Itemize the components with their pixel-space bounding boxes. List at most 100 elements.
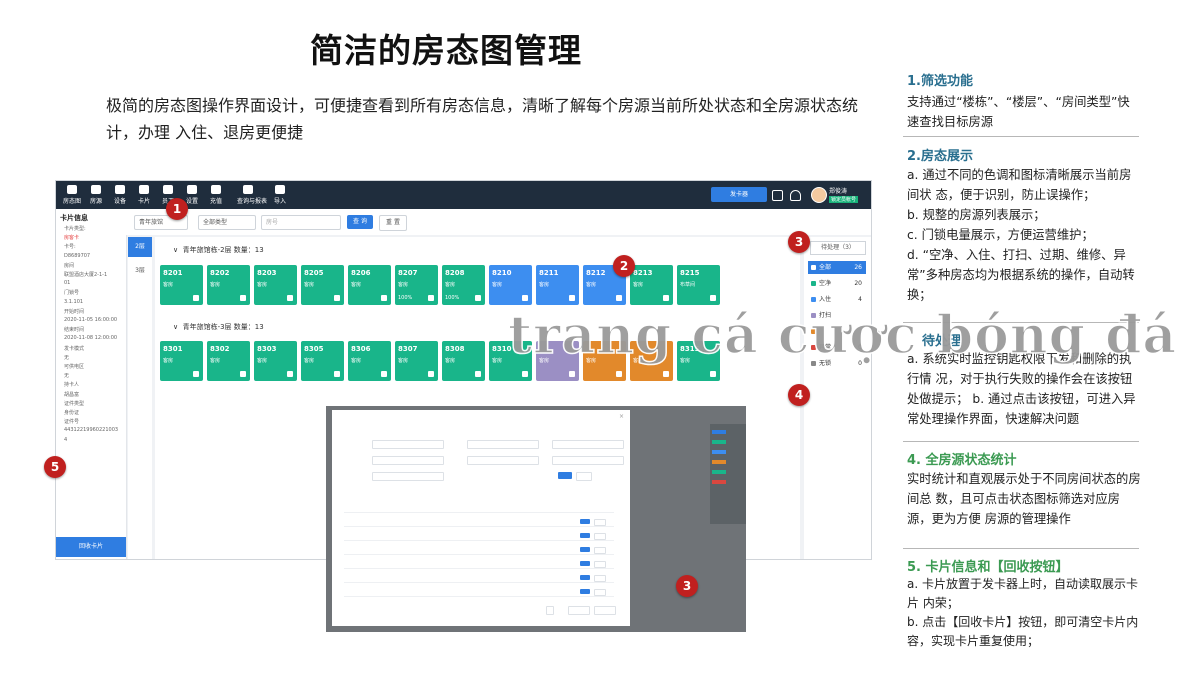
row-delete-button[interactable] — [594, 575, 606, 582]
row-action-button[interactable] — [580, 533, 590, 538]
row-delete-button[interactable] — [594, 533, 606, 540]
nav-item-8[interactable]: 导入 — [269, 184, 291, 208]
room-status-icon — [287, 371, 293, 377]
modal-filter-field[interactable] — [372, 440, 444, 449]
room-status: 客房 — [163, 282, 174, 288]
room-number: 8211 — [539, 269, 559, 277]
room-status: 客房 — [633, 282, 644, 288]
row-action-button[interactable] — [580, 575, 590, 580]
row-action-button[interactable] — [580, 547, 590, 552]
room-tile[interactable]: 8302 客房 — [207, 341, 250, 381]
nav-item-6[interactable]: 充值 — [205, 184, 227, 208]
floor-tab-2[interactable]: 2层 — [128, 237, 152, 257]
row-action-button[interactable] — [580, 519, 590, 524]
card-info-line: 4 — [64, 436, 68, 443]
gear-icon — [187, 185, 197, 194]
reset-button[interactable]: 重 置 — [379, 215, 407, 231]
status-filter-row[interactable]: 空净 20 — [808, 277, 866, 290]
room-tile[interactable]: 8215 布草间 — [677, 265, 720, 305]
room-status-icon — [663, 295, 669, 301]
page-size-select[interactable] — [568, 606, 590, 615]
room-status-icon — [522, 371, 528, 377]
pagination-page[interactable] — [546, 606, 554, 615]
room-tile[interactable]: 8307 客房 — [395, 341, 438, 381]
room-number: 8205 — [304, 269, 324, 277]
nav-item-7[interactable]: 查询与报表 — [237, 184, 267, 208]
card-info-line: 门锁号 — [64, 290, 80, 297]
nav-item-label: 导入 — [273, 198, 286, 205]
close-icon[interactable]: × — [619, 413, 624, 420]
card-info-line: 持卡人 — [64, 382, 80, 389]
room-tile[interactable]: 8306 客房 — [348, 341, 391, 381]
room-number: 8308 — [445, 345, 465, 353]
section-title-stats: 4. 全房源状态统计 — [907, 453, 1017, 468]
nav-item-3[interactable]: 卡片 — [133, 184, 155, 208]
page-jump-input[interactable] — [594, 606, 616, 615]
table-row — [344, 504, 614, 513]
row-delete-button[interactable] — [594, 589, 606, 596]
floor-group-header[interactable]: ∨ 青年旅馆栋-3层 数量：13 — [173, 322, 264, 332]
modal-search-button[interactable] — [558, 472, 572, 479]
status-label: 入住 — [819, 296, 832, 303]
nav-item-2[interactable]: 设备 — [109, 184, 131, 208]
room-number-input[interactable]: 房号 — [261, 215, 341, 230]
section-title-filter: 1.筛选功能 — [907, 74, 973, 89]
room-status: 客房 — [586, 282, 597, 288]
fullscreen-icon[interactable] — [772, 190, 783, 201]
section-text-stats: 实时统计和直观展示处于不同房间状态的房间总 数，且可点击状态图标筛选对应房源，更… — [907, 472, 1141, 526]
room-tile[interactable]: 8305 客房 — [301, 341, 344, 381]
search-button[interactable]: 查 询 — [347, 215, 373, 229]
pending-button[interactable]: 待处理（3） — [810, 241, 866, 255]
room-number: 8305 — [304, 345, 324, 353]
room-tile[interactable]: 8210 客房 — [489, 265, 532, 305]
status-icon — [811, 281, 816, 286]
room-type-select[interactable]: 全部类型 — [198, 215, 256, 230]
room-tile[interactable]: 8208 客房 100% — [442, 265, 485, 305]
filter-bar: 青年旅馆 全部类型 房号 查 询 重 置 — [126, 209, 871, 235]
report-icon — [243, 185, 253, 194]
bell-icon[interactable] — [790, 190, 801, 201]
avatar[interactable] — [811, 187, 827, 203]
user-icon — [163, 185, 173, 194]
modal-filter-field[interactable] — [467, 440, 539, 449]
row-delete-button[interactable] — [594, 519, 606, 526]
floor-group-header[interactable]: ∨ 青年旅馆栋-2层 数量：13 — [173, 245, 264, 255]
bg-stat-tag — [712, 440, 726, 444]
modal-filter-field[interactable] — [552, 456, 624, 465]
room-number: 8303 — [257, 345, 277, 353]
room-tile[interactable]: 8206 客房 — [348, 265, 391, 305]
card-issuer-button[interactable]: 发卡器 — [711, 187, 767, 202]
modal-filter-field[interactable] — [467, 456, 539, 465]
room-tile[interactable]: 8301 客房 — [160, 341, 203, 381]
row-delete-button[interactable] — [594, 547, 606, 554]
room-status-icon — [193, 295, 199, 301]
status-filter-row[interactable]: 全部 26 — [808, 261, 866, 274]
marker-badge: 3 — [788, 231, 810, 253]
floor-tab-3[interactable]: 3层 — [128, 261, 152, 281]
room-status-icon — [663, 371, 669, 377]
room-number: 8201 — [163, 269, 183, 277]
room-tile[interactable]: 8303 客房 — [254, 341, 297, 381]
nav-item-1[interactable]: 房源 — [85, 184, 107, 208]
room-number: 8207 — [398, 269, 418, 277]
nav-item-0[interactable]: 房态图 — [61, 184, 83, 208]
modal-filter-field[interactable] — [372, 456, 444, 465]
room-tile[interactable]: 8203 客房 — [254, 265, 297, 305]
room-tile[interactable]: 8201 客房 — [160, 265, 203, 305]
row-action-button[interactable] — [580, 589, 590, 594]
room-status-icon — [240, 371, 246, 377]
section-divider — [903, 548, 1139, 549]
room-tile[interactable]: 8213 客房 — [630, 265, 673, 305]
card-info-line: D8689707 — [64, 252, 91, 259]
modal-reset-button[interactable] — [576, 472, 592, 481]
modal-filter-field[interactable] — [552, 440, 624, 449]
room-tile[interactable]: 8211 客房 — [536, 265, 579, 305]
row-delete-button[interactable] — [594, 561, 606, 568]
recycle-card-button[interactable]: 回收卡片 — [56, 537, 126, 557]
row-action-button[interactable] — [580, 561, 590, 566]
modal-filter-field[interactable] — [372, 472, 444, 481]
room-tile[interactable]: 8308 客房 — [442, 341, 485, 381]
room-tile[interactable]: 8205 客房 — [301, 265, 344, 305]
room-tile[interactable]: 8207 客房 100% — [395, 265, 438, 305]
room-tile[interactable]: 8202 客房 — [207, 265, 250, 305]
